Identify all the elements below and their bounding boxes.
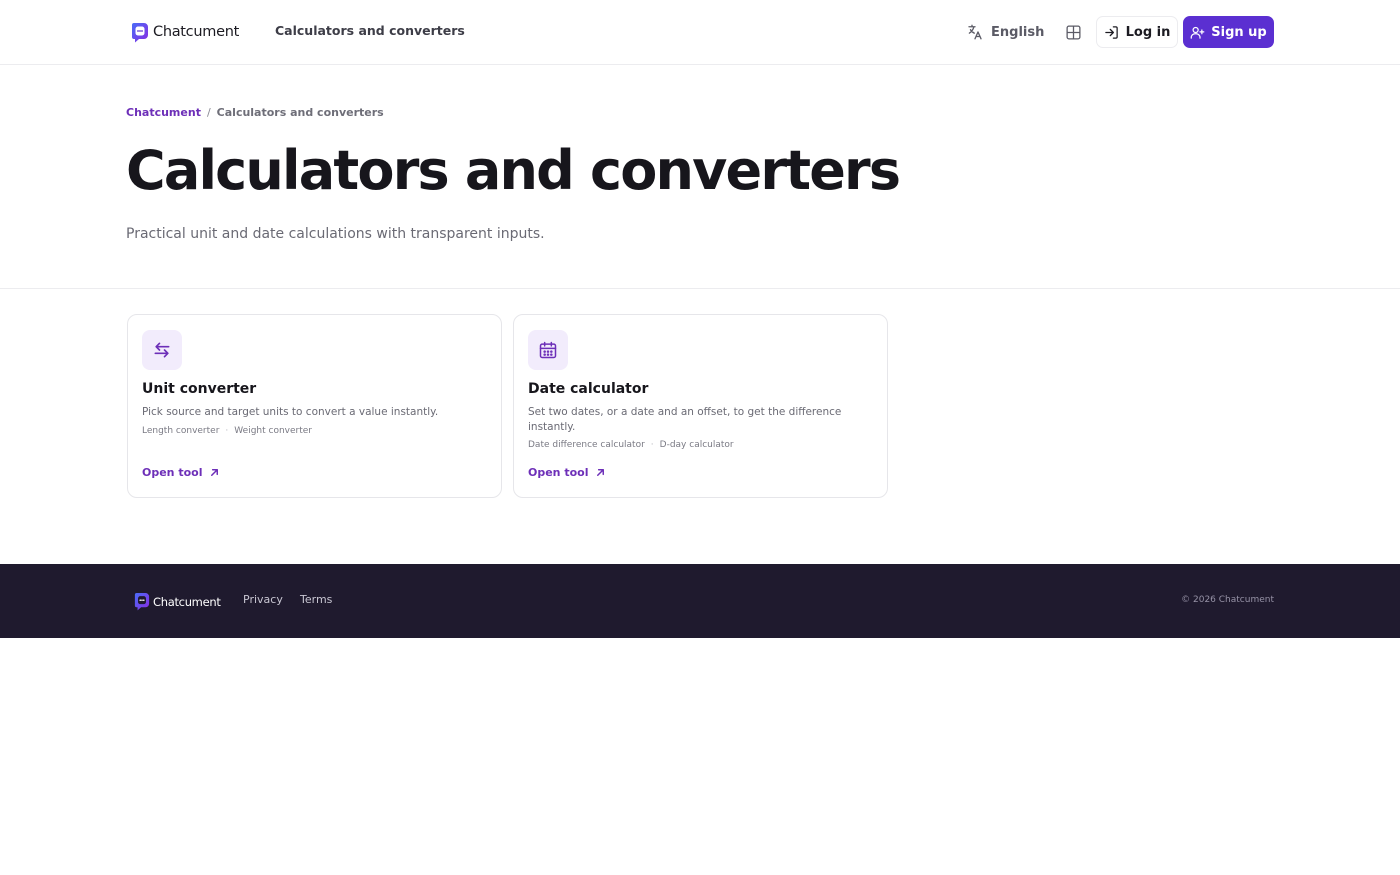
tag-separator: · xyxy=(650,440,654,450)
nav-link-calculators[interactable]: Calculators and converters xyxy=(275,23,465,38)
language-selector[interactable]: English xyxy=(966,21,1044,43)
logo-icon xyxy=(132,22,148,42)
open-tool-link[interactable]: Open tool xyxy=(528,466,606,479)
card-tags: Date difference calculator · D-day calcu… xyxy=(528,440,734,450)
login-button[interactable]: Log in xyxy=(1096,16,1178,48)
card-title: Unit converter xyxy=(142,381,257,397)
signup-button[interactable]: Sign up xyxy=(1183,16,1274,48)
translate-icon xyxy=(968,24,982,40)
tool-card-date-calculator[interactable]: Date calculator Set two dates, or a date… xyxy=(513,314,888,498)
footer-privacy-link[interactable]: Privacy xyxy=(243,593,283,606)
tag-separator: · xyxy=(225,426,229,436)
card-tag[interactable]: D-day calculator xyxy=(660,440,734,450)
card-tag[interactable]: Length converter xyxy=(142,426,219,436)
logo-text: Chatcument xyxy=(153,24,239,40)
card-tags: Length converter · Weight converter xyxy=(142,426,312,436)
grid-icon xyxy=(1066,25,1081,40)
card-icon-box xyxy=(142,330,182,370)
signup-label: Sign up xyxy=(1211,24,1267,40)
breadcrumb-current: Calculators and converters xyxy=(216,106,384,119)
open-tool-label: Open tool xyxy=(142,466,203,479)
page-subtitle: Practical unit and date calculations wit… xyxy=(126,226,545,242)
section-divider xyxy=(0,288,1400,289)
card-title: Date calculator xyxy=(528,381,649,397)
footer-logo-text: Chatcument xyxy=(153,594,221,609)
card-tag[interactable]: Weight converter xyxy=(234,426,312,436)
open-tool-link[interactable]: Open tool xyxy=(142,466,220,479)
footer-copyright: © 2026 Chatcument xyxy=(1181,595,1274,605)
breadcrumb-home-link[interactable]: Chatcument xyxy=(126,106,201,119)
breadcrumb: Chatcument / Calculators and converters xyxy=(126,106,384,119)
card-tag[interactable]: Date difference calculator xyxy=(528,440,645,450)
arrow-up-right-icon xyxy=(596,469,604,476)
arrow-up-right-icon xyxy=(210,469,218,476)
site-footer: Chatcument Privacy Terms © 2026 Chatcume… xyxy=(0,564,1400,638)
top-navigation-bar: Chatcument Calculators and converters En… xyxy=(0,0,1400,65)
calendar-icon xyxy=(539,341,557,359)
language-label: English xyxy=(991,24,1045,40)
card-description: Pick source and target units to convert … xyxy=(142,406,439,418)
login-icon xyxy=(1104,25,1118,39)
breadcrumb-separator: / xyxy=(206,106,211,119)
logo-link[interactable]: Chatcument xyxy=(131,21,239,43)
login-label: Log in xyxy=(1125,24,1171,40)
user-plus-icon xyxy=(1190,26,1205,39)
page-title: Calculators and converters xyxy=(126,139,901,202)
apps-grid-button[interactable] xyxy=(1060,19,1087,46)
tool-card-unit-converter[interactable]: Unit converter Pick source and target un… xyxy=(127,314,502,498)
footer-terms-link[interactable]: Terms xyxy=(300,593,332,606)
arrows-swap-icon xyxy=(154,342,170,358)
card-icon-box xyxy=(528,330,568,370)
logo-icon xyxy=(134,593,150,611)
card-description: Set two dates, or a date and an offset, … xyxy=(528,406,842,433)
footer-logo-link[interactable]: Chatcument xyxy=(134,592,221,611)
open-tool-label: Open tool xyxy=(528,466,589,479)
